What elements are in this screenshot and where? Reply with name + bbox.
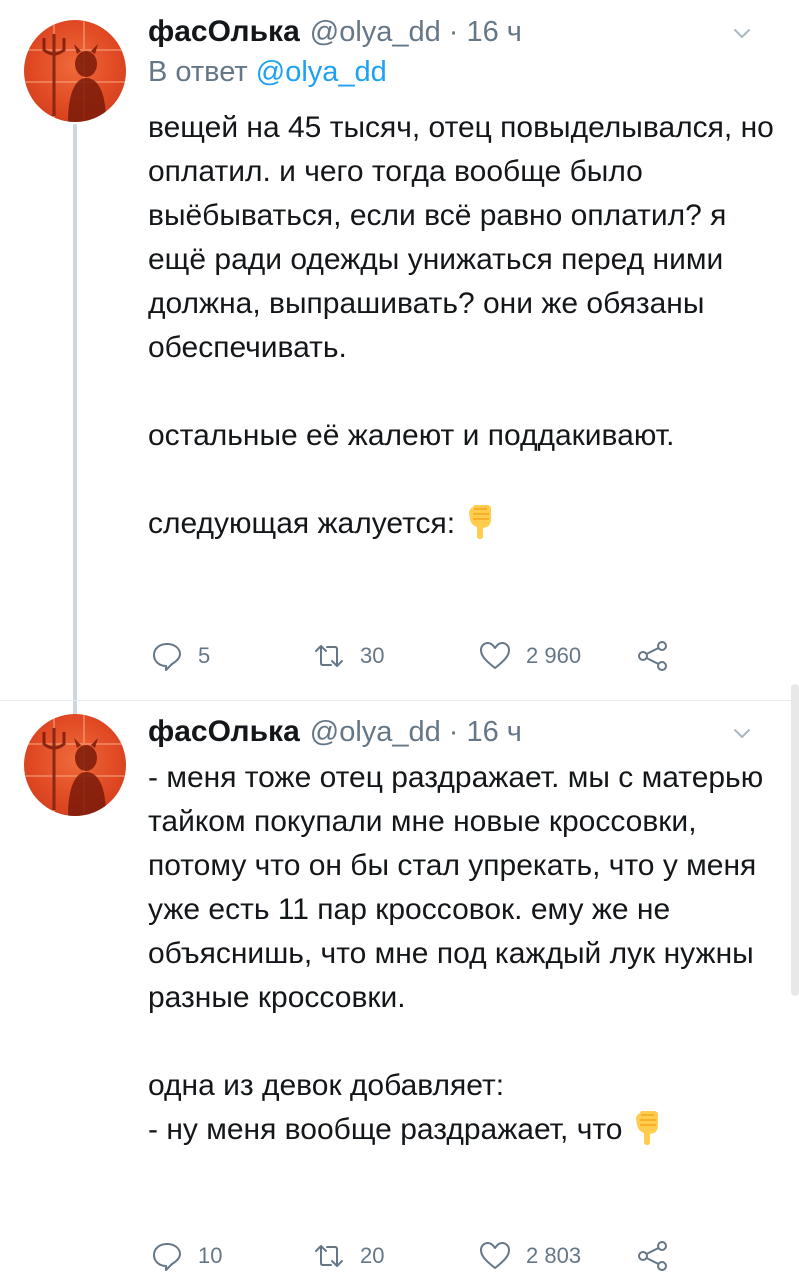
retweet-count: 20 xyxy=(360,1243,385,1268)
tweet[interactable]: фасОлька @olya_dd · 16 ч В ответ @olya_d… xyxy=(0,0,799,700)
avatar[interactable] xyxy=(24,714,126,816)
tweet-actions: 10 20 2 803 xyxy=(150,1236,710,1276)
heart-icon xyxy=(480,1242,510,1269)
reply-icon xyxy=(153,1243,181,1271)
author-name[interactable]: фасОлька xyxy=(148,15,300,49)
reply-button[interactable]: 10 xyxy=(150,1236,222,1276)
separator-dot: · xyxy=(448,715,459,748)
reply-count: 10 xyxy=(198,1243,223,1268)
chevron-down-icon[interactable] xyxy=(729,20,755,46)
reply-context: В ответ @olya_dd xyxy=(148,56,387,89)
avatar-silhouette-icon xyxy=(24,714,126,816)
share-button[interactable] xyxy=(636,636,670,676)
reply-prefix: В ответ xyxy=(148,56,248,88)
reply-handle-link[interactable]: @olya_dd xyxy=(256,56,387,88)
timestamp[interactable]: 16 ч xyxy=(466,716,521,749)
tweet[interactable]: фасОлька @olya_dd · 16 ч - меня тоже оте… xyxy=(0,700,799,1280)
tweet-header: фасОлька @olya_dd · 16 ч xyxy=(148,712,775,752)
retweet-button[interactable]: 20 xyxy=(312,1236,384,1276)
tweet-text: - меня тоже отец раздражает. мы с матерь… xyxy=(148,756,778,1152)
share-icon xyxy=(638,641,667,671)
retweet-button[interactable]: 30 xyxy=(312,636,384,676)
separator-dot: · xyxy=(448,15,459,48)
reply-icon xyxy=(153,643,181,671)
like-button[interactable]: 2 803 xyxy=(478,1236,581,1276)
tweet-text-content: вещей на 45 тысяч, отец повыделывался, н… xyxy=(148,111,774,540)
avatar[interactable] xyxy=(24,20,126,122)
retweet-count: 30 xyxy=(360,643,385,668)
timeline: фасОлька @olya_dd · 16 ч В ответ @olya_d… xyxy=(0,0,799,1280)
like-count: 2 803 xyxy=(526,1243,582,1268)
chevron-down-icon[interactable] xyxy=(729,720,755,746)
heart-icon xyxy=(480,642,510,669)
reply-button[interactable]: 5 xyxy=(150,636,210,676)
avatar-silhouette-icon xyxy=(24,20,126,122)
author-handle[interactable]: @olya_dd xyxy=(310,716,441,749)
like-button[interactable]: 2 960 xyxy=(478,636,581,676)
share-button[interactable] xyxy=(636,1236,670,1276)
share-icon xyxy=(638,1241,667,1271)
reply-count: 5 xyxy=(198,643,211,668)
pointing-down-emoji xyxy=(469,505,492,539)
tweet-text: вещей на 45 тысяч, отец повыделывался, н… xyxy=(148,106,778,546)
timestamp[interactable]: 16 ч xyxy=(466,16,521,49)
retweet-icon xyxy=(315,645,343,667)
author-handle[interactable]: @olya_dd xyxy=(310,16,441,49)
tweet-text-content: - меня тоже отец раздражает. мы с матерь… xyxy=(148,761,764,1146)
tweet-actions: 5 30 2 960 xyxy=(150,636,710,676)
pointing-down-emoji xyxy=(636,1111,659,1145)
like-count: 2 960 xyxy=(526,643,582,668)
scrollbar[interactable] xyxy=(791,684,799,996)
retweet-icon xyxy=(315,1245,343,1267)
tweet-header: фасОлька @olya_dd · 16 ч xyxy=(148,12,775,52)
author-name[interactable]: фасОлька xyxy=(148,715,300,749)
